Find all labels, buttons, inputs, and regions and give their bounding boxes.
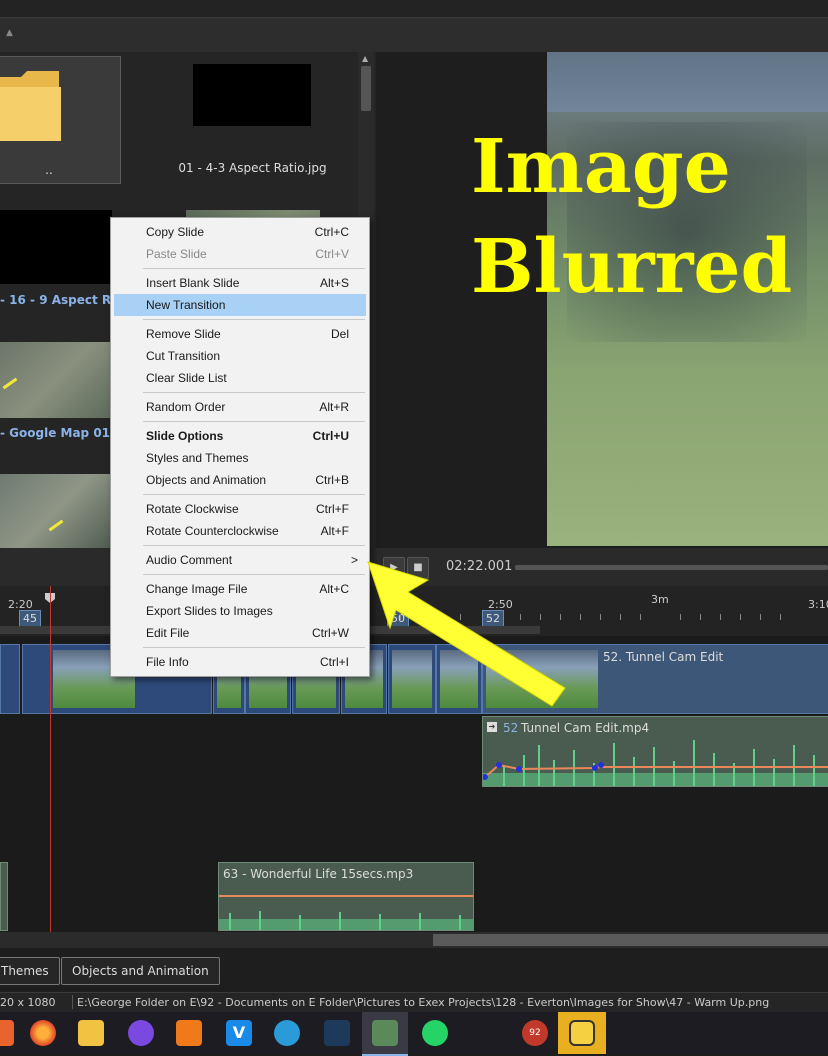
music-clip[interactable]: 63 - Wonderful Life 15secs.mp3 bbox=[218, 862, 474, 931]
submenu-arrow-icon: > bbox=[350, 553, 358, 567]
context-menu: Copy Slide Ctrl+C Paste Slide Ctrl+V Inser… bbox=[110, 217, 370, 677]
app-icon[interactable] bbox=[128, 1020, 154, 1046]
pte-app-icon[interactable] bbox=[372, 1020, 398, 1046]
scroll-up-icon[interactable]: ▲ bbox=[362, 54, 368, 63]
scrollbar-thumb[interactable] bbox=[361, 66, 371, 111]
menu-item-remove-slide[interactable]: Remove Slide Del bbox=[114, 323, 366, 345]
menu-item-copy-slide[interactable]: Copy Slide Ctrl+C bbox=[114, 221, 366, 243]
app-icon[interactable] bbox=[176, 1020, 202, 1046]
scrollbar-thumb[interactable] bbox=[433, 934, 828, 946]
status-bar: 20 x 1080 E:\George Folder on E\92 - Doc… bbox=[0, 992, 828, 1013]
menu-item-export-slides-to-images[interactable]: Export Slides to Images bbox=[114, 600, 366, 622]
annotation-arrow-icon bbox=[367, 561, 566, 707]
objects-animation-button[interactable]: Objects and Animation bbox=[61, 957, 220, 985]
menu-item-clear-slide-list[interactable]: Clear Slide List bbox=[114, 367, 366, 389]
menu-item-new-transition[interactable]: New Transition bbox=[114, 294, 366, 316]
audio-waveform bbox=[483, 740, 828, 786]
time-label: 3:10 bbox=[808, 598, 828, 611]
clip-link-icon: ➔ bbox=[487, 722, 497, 732]
menu-item-edit-file[interactable]: Edit File Ctrl+W bbox=[114, 622, 366, 644]
map-thumbnail[interactable] bbox=[0, 474, 112, 548]
menu-item-objects-and-animation[interactable]: Objects and Animation Ctrl+B bbox=[114, 469, 366, 491]
parent-folder-tile[interactable]: .. bbox=[0, 56, 121, 184]
image-thumbnail[interactable] bbox=[193, 64, 311, 126]
title-bar bbox=[0, 0, 828, 18]
collapse-up-icon[interactable]: ▲ bbox=[6, 28, 13, 38]
clip-name: 63 - Wonderful Life 15secs.mp3 bbox=[223, 867, 414, 881]
whatsapp-icon[interactable] bbox=[422, 1020, 448, 1046]
music-clip[interactable] bbox=[0, 862, 8, 931]
menu-item-random-order[interactable]: Random Order Alt+R bbox=[114, 396, 366, 418]
timeline-scrollbar[interactable] bbox=[0, 932, 828, 948]
bottom-tabs: Themes Objects and Animation bbox=[0, 948, 828, 992]
slide-clip[interactable] bbox=[0, 644, 20, 714]
firefox-icon[interactable] bbox=[30, 1020, 56, 1046]
menu-item-paste-slide[interactable]: Paste Slide Ctrl+V bbox=[114, 243, 366, 265]
folder-icon bbox=[0, 67, 61, 142]
app-icon[interactable] bbox=[569, 1020, 595, 1046]
resolution-label: 20 x 1080 bbox=[0, 996, 56, 1009]
styles-themes-button[interactable]: Themes bbox=[0, 957, 60, 985]
tile-caption: 01 - 4-3 Aspect Ratio.jpg bbox=[178, 161, 327, 175]
time-label: 3m bbox=[651, 593, 669, 606]
menu-item-change-image-file[interactable]: Change Image File Alt+C bbox=[114, 578, 366, 600]
menu-item-rotate-clockwise[interactable]: Rotate Clockwise Ctrl+F bbox=[114, 498, 366, 520]
image-thumbnail[interactable] bbox=[0, 210, 112, 284]
toolbar: ▲ bbox=[0, 18, 828, 53]
preview-title-line1: Image bbox=[471, 124, 731, 210]
video-audio-clip[interactable]: ➔ 52 Tunnel Cam Edit.mp4 bbox=[482, 716, 828, 787]
menu-item-styles-and-themes[interactable]: Styles and Themes bbox=[114, 447, 366, 469]
menu-item-cut-transition[interactable]: Cut Transition bbox=[114, 345, 366, 367]
preview-title-line2: Blurred bbox=[471, 224, 793, 310]
menu-item-slide-options[interactable]: Slide Options Ctrl+U bbox=[114, 425, 366, 447]
app-icon[interactable] bbox=[324, 1020, 350, 1046]
map-thumbnail[interactable] bbox=[0, 342, 112, 418]
app-icon[interactable]: V bbox=[226, 1020, 252, 1046]
audio-waveform bbox=[219, 895, 473, 930]
taskbar: V 92 bbox=[0, 1012, 828, 1056]
menu-item-rotate-counterclockwise[interactable]: Rotate Counterclockwise Alt+F bbox=[114, 520, 366, 542]
file-explorer-icon[interactable] bbox=[78, 1020, 104, 1046]
slide-title: 52. Tunnel Cam Edit bbox=[603, 650, 724, 664]
app-icon[interactable] bbox=[0, 1020, 14, 1046]
clip-name: Tunnel Cam Edit.mp4 bbox=[521, 721, 650, 735]
app-icon[interactable] bbox=[274, 1020, 300, 1046]
menu-item-file-info[interactable]: File Info Ctrl+I bbox=[114, 651, 366, 673]
file-path: E:\George Folder on E\92 - Documents on … bbox=[77, 996, 770, 1009]
playhead[interactable] bbox=[50, 586, 51, 932]
app-icon[interactable]: 92 bbox=[522, 1020, 548, 1046]
clip-number: 52 bbox=[503, 721, 519, 735]
menu-item-audio-comment[interactable]: Audio Comment > bbox=[114, 549, 366, 571]
menu-item-insert-blank-slide[interactable]: Insert Blank Slide Alt+S bbox=[114, 272, 366, 294]
tile-caption: .. bbox=[45, 163, 53, 177]
